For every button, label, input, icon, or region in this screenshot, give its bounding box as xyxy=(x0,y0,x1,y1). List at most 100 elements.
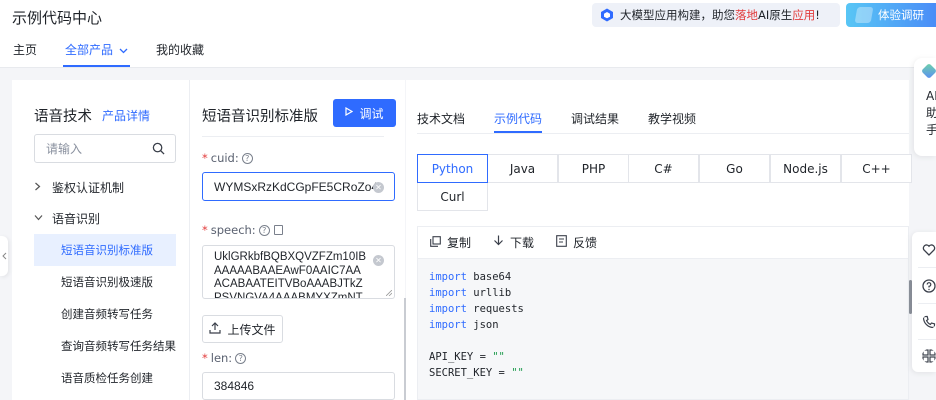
tab-tech-docs[interactable]: 技术文档 xyxy=(417,110,465,133)
sidebar-search-input[interactable]: 请输入 xyxy=(34,134,176,163)
right-tool-rail xyxy=(912,232,936,372)
code-string: "" xyxy=(492,351,505,363)
lang-cpp[interactable]: C++ xyxy=(841,154,912,183)
help-icon[interactable]: ? xyxy=(258,224,270,236)
cuid-value: WYMSxRzKdCGpFE5CRoZo4 xyxy=(214,179,379,194)
tabs-divider xyxy=(417,133,909,134)
lang-python[interactable]: Python xyxy=(417,154,488,183)
ai-assistant-label: AI 助 手 xyxy=(926,89,936,137)
code-text: API_KEY = xyxy=(429,351,493,363)
help-icon[interactable]: ? xyxy=(235,352,247,364)
code-keyword: import xyxy=(429,303,467,315)
download-icon xyxy=(493,235,504,250)
lang-csharp[interactable]: C# xyxy=(628,154,699,183)
lang-curl[interactable]: Curl xyxy=(417,182,488,211)
speech-textarea[interactable]: UklGRkbfBQBXQVZFZm10IB AAAAABAAEAwF0AAIC… xyxy=(202,245,395,299)
nav-all-products[interactable]: 全部产品 xyxy=(63,38,131,68)
copy-icon xyxy=(430,235,441,250)
len-label: * len: ? xyxy=(202,351,247,365)
trial-survey-button[interactable]: 体验调研 xyxy=(846,3,936,27)
tree-group-speech-recognition[interactable]: 语音识别 xyxy=(34,210,100,227)
upload-file-label: 上传文件 xyxy=(227,322,276,337)
upload-file-button[interactable]: 上传文件 xyxy=(202,315,283,343)
code-content: import base64 import urllib import request… xyxy=(429,269,524,381)
lang-php[interactable]: PHP xyxy=(558,154,629,183)
nav-all-products-label: 全部产品 xyxy=(65,43,114,57)
divider xyxy=(918,267,936,268)
sidebar-item-short-speech-standard[interactable]: 短语音识别标准版 xyxy=(34,234,176,266)
code-line: import requests xyxy=(429,301,524,317)
trial-survey-label: 体验调研 xyxy=(878,8,924,22)
app-title: 示例代码中心 xyxy=(12,9,103,27)
code-text: json xyxy=(466,319,499,331)
cuid-input[interactable]: WYMSxRzKdCGpFE5CRoZo4 ✕ xyxy=(202,172,395,201)
code-string: "" xyxy=(511,367,524,379)
len-value: 384846 xyxy=(214,379,255,393)
help-icon[interactable]: ? xyxy=(241,152,253,164)
chevron-down-icon xyxy=(119,40,128,64)
copy-code-label: 复制 xyxy=(447,236,472,250)
chevron-right-icon xyxy=(34,182,48,194)
lang-nodejs[interactable]: Node.js xyxy=(770,154,841,183)
promo-banner[interactable]: 大模型应用构建，助您 落地 AI原生 应用 ! xyxy=(592,3,840,27)
copy-icon[interactable] xyxy=(273,225,283,235)
len-input[interactable]: 384846 xyxy=(202,372,395,400)
sidebar-item-create-transcription[interactable]: 创建音频转写任务 xyxy=(34,298,176,330)
hexagon-logo-icon xyxy=(601,8,613,22)
tree-group-label: 鉴权认证机制 xyxy=(52,181,125,195)
code-block: 复制 下载 反馈 import base64 import urllib impor… xyxy=(417,226,909,400)
code-toolbar: 复制 下载 反馈 xyxy=(418,227,908,259)
sidebar-item-quality-inspection[interactable]: 语音质检任务创建 xyxy=(34,362,176,394)
chevron-left-icon xyxy=(1,252,6,260)
code-text: urllib xyxy=(466,287,512,299)
tree-group-label: 语音识别 xyxy=(52,212,101,226)
debug-button[interactable]: 调试 xyxy=(333,99,396,127)
upload-icon xyxy=(209,321,222,337)
banner-text-middle: AI原生 xyxy=(758,8,793,22)
nav-favorites[interactable]: 我的收藏 xyxy=(156,38,204,68)
code-line: API_KEY = "" xyxy=(429,349,524,365)
search-placeholder: 请输入 xyxy=(46,142,83,156)
required-asterisk: * xyxy=(202,351,208,365)
tab-sample-code[interactable]: 示例代码 xyxy=(494,110,543,133)
help-circle-icon[interactable] xyxy=(922,279,936,293)
banner-text-suffix: ! xyxy=(815,8,820,22)
banner-text-prefix: 大模型应用构建，助您 xyxy=(620,8,735,22)
code-keyword: import xyxy=(429,271,467,283)
feedback-icon xyxy=(556,235,567,250)
download-code-button[interactable]: 下载 xyxy=(493,234,534,251)
speech-value: UklGRkbfBQBXQVZFZm10IB AAAAABAAEAwF0AAIC… xyxy=(214,251,367,299)
sidebar-item-query-transcription[interactable]: 查询音频转写任务结果 xyxy=(34,330,176,362)
code-text: base64 xyxy=(466,271,512,283)
code-line: import json xyxy=(429,317,524,333)
speech-label-text: speech: xyxy=(210,223,256,237)
len-label-text: len: xyxy=(210,351,233,365)
copy-code-button[interactable]: 复制 xyxy=(430,234,471,251)
sidebar-item-short-speech-fast[interactable]: 短语音识别极速版 xyxy=(34,266,176,298)
tab-debug-results[interactable]: 调试结果 xyxy=(571,110,619,133)
lang-go[interactable]: Go xyxy=(699,154,770,183)
cuid-label-text: cuid: xyxy=(210,151,239,165)
ai-assistant-card[interactable]: AI 助 手 xyxy=(914,58,936,156)
speech-label: * speech: ? xyxy=(202,223,283,237)
clear-icon[interactable]: ✕ xyxy=(373,255,384,266)
feedback-button[interactable]: 反馈 xyxy=(556,234,597,251)
tab-tutorial-videos[interactable]: 教学视频 xyxy=(648,110,696,133)
product-detail-link[interactable]: 产品详情 xyxy=(102,107,150,124)
lang-java[interactable]: Java xyxy=(487,154,558,183)
required-asterisk: * xyxy=(202,223,208,237)
code-text: requests xyxy=(466,303,524,315)
sidebar-collapse-handle[interactable] xyxy=(0,236,8,276)
heart-icon[interactable] xyxy=(922,243,936,257)
play-icon xyxy=(345,106,354,119)
tree-group-auth[interactable]: 鉴权认证机制 xyxy=(34,179,124,196)
phone-icon[interactable] xyxy=(922,315,936,329)
grid-apps-icon[interactable] xyxy=(922,349,936,363)
resize-handle-icon[interactable] xyxy=(386,290,392,296)
clear-icon[interactable]: ✕ xyxy=(373,182,384,193)
ai-logo-icon xyxy=(921,63,936,79)
product-sidebar: 语音技术 产品详情 请输入 鉴权认证机制 语音识别 短语音识别标准版 短语音识别… xyxy=(12,80,189,400)
nav-home[interactable]: 主页 xyxy=(13,38,37,68)
chevron-down-icon xyxy=(34,213,48,224)
search-icon xyxy=(152,142,165,155)
